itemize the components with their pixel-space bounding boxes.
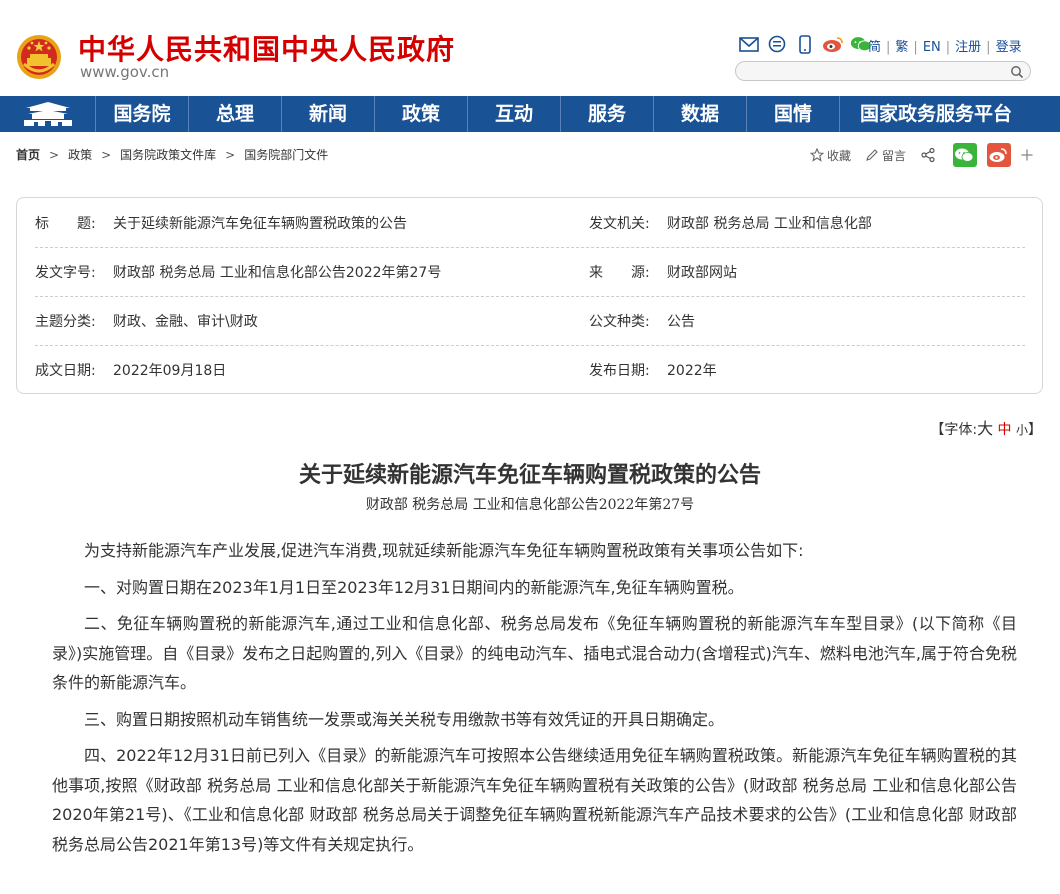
meta-row-4: 成文日期: 2022年09月18日 发布日期: 2022年 [35,345,1025,394]
more-share-button[interactable] [1021,149,1036,161]
article-body: 为支持新能源汽车产业发展,促进汽车消费,现就延续新能源汽车免征车辆购置税政策有关… [52,536,1017,866]
plus-icon [1021,149,1033,161]
font-size-small[interactable]: 小 [1016,423,1028,437]
article-paragraph: 一、对购置日期在2023年1月1日至2023年12月31日期间内的新能源汽车,免… [84,577,744,597]
weibo-icon[interactable] [822,34,844,54]
site-title[interactable]: 中华人民共和国中央人民政府 [78,28,455,68]
article-paragraph: 四、2022年12月31日前已列入《目录》的新能源汽车可按照本公告继续适用免征车… [52,746,1017,854]
article-doc-number: 财政部 税务总局 工业和信息化部公告2022年第27号 [365,497,695,513]
topic-label: 主题分类: [35,314,96,330]
breadcrumb-department-docs[interactable]: 国务院部门文件 [244,148,328,162]
message-icon[interactable] [766,34,788,54]
site-url[interactable]: www.gov.cn [80,63,169,81]
article-paragraph: 为支持新能源汽车产业发展,促进汽车消费,现就延续新能源汽车免征车辆购置税政策有关… [84,541,804,560]
favorite-button[interactable]: 收藏 [810,147,851,164]
font-size-medium[interactable]: 中 [998,422,1012,438]
title-label: 标 题: [35,216,96,232]
login-link[interactable]: 登录 [996,36,1022,55]
share-icon [921,147,935,163]
weibo-icon [989,148,1007,162]
star-icon [810,148,824,162]
nav-item-data[interactable]: 数据 [654,96,747,132]
tiananmen-gate-icon[interactable] [0,96,96,132]
traditional-link[interactable]: 繁 [895,36,908,55]
site-header: 中华人民共和国中央人民政府 www.gov.cn 简 | 繁 | EN | 注册 | 登录 [0,0,1060,96]
nav-item-services[interactable]: 服务 [561,96,654,132]
font-size-large[interactable]: 大 [977,419,993,438]
wechat-icon [954,148,973,162]
font-size-prefix: 【字体: [930,422,978,438]
publish-date-value: 2022年 [667,363,717,379]
mobile-icon[interactable] [794,34,816,54]
register-link[interactable]: 注册 [955,36,981,55]
article-title: 关于延续新能源汽车免征车辆购置税政策的公告 [298,462,761,488]
article-paragraph: 三、购置日期按照机动车销售统一发票或海关关税专用缴款书等有效凭证的开具日期确定。 [84,709,725,729]
share-wechat-button[interactable] [953,143,978,167]
font-size-control: 【字体:大 中 小】 [930,415,1042,439]
breadcrumb-policy[interactable]: 政策 [68,148,92,162]
meta-row-3: 主题分类: 财政、金融、审计\财政 公文种类: 公告 [35,296,1025,346]
breadcrumb-home[interactable]: 首页 [16,148,40,162]
doc-type-label: 公文种类: [589,314,650,330]
issuer-value: 财政部 税务总局 工业和信息化部 [667,216,872,232]
search-box [735,61,1031,83]
meta-row-2: 发文字号: 财政部 税务总局 工业和信息化部公告2022年第27号 来 源: 财… [35,247,1025,297]
article-tools: 收藏 留言 [810,143,1050,167]
article-paragraph: 二、免征车辆购置税的新能源汽车,通过工业和信息化部、税务总局发布《免征车辆购置税… [52,614,1017,692]
english-link[interactable]: EN [923,40,941,55]
national-emblem-icon[interactable] [16,34,62,80]
nav-item-news[interactable]: 新闻 [282,96,375,132]
written-date-value: 2022年09月18日 [113,363,227,379]
nav-item-state-council[interactable]: 国务院 [96,96,189,132]
share-button[interactable] [920,147,939,163]
source-label: 来 源: [589,265,650,281]
search-input[interactable] [746,63,1010,83]
nav-item-policy[interactable]: 政策 [375,96,468,132]
top-icon-bar [738,33,872,55]
search-icon[interactable] [1010,64,1024,79]
nav-item-interaction[interactable]: 互动 [468,96,561,132]
title-value: 关于延续新能源汽车免征车辆购置税政策的公告 [113,216,407,232]
document-metadata-table: 标 题: 关于延续新能源汽车免征车辆购置税政策的公告 发文机关: 财政部 税务总… [16,197,1043,394]
nav-item-premier[interactable]: 总理 [189,96,282,132]
comment-button[interactable]: 留言 [865,147,906,164]
pencil-icon [866,149,878,161]
doc-type-value: 公告 [667,314,695,330]
meta-row-1: 标 题: 关于延续新能源汽车免征车辆购置税政策的公告 发文机关: 财政部 税务总… [35,198,1025,248]
breadcrumb-policy-library[interactable]: 国务院政策文件库 [120,148,216,162]
written-date-label: 成文日期: [35,363,96,379]
top-links: 简 | 繁 | EN | 注册 | 登录 [868,36,1022,55]
simplified-link[interactable]: 简 [868,36,881,55]
favorite-label: 收藏 [827,148,852,163]
font-size-suffix: 】 [1028,422,1042,438]
doc-number-label: 发文字号: [35,265,96,281]
nav-item-service-platform[interactable]: 国家政务服务平台 [840,96,1032,132]
doc-number-value: 财政部 税务总局 工业和信息化部公告2022年第27号 [113,265,442,281]
main-nav: 国务院 总理 新闻 政策 互动 服务 数据 国情 国家政务服务平台 [0,96,1060,132]
nav-item-national-info[interactable]: 国情 [747,96,840,132]
share-weibo-button[interactable] [987,143,1012,167]
topic-value: 财政、金融、审计\财政 [113,314,258,330]
comment-label: 留言 [882,148,907,163]
issuer-label: 发文机关: [589,216,650,232]
mail-icon[interactable] [738,34,760,54]
publish-date-label: 发布日期: [589,363,650,379]
breadcrumb: 首页 > 政策 > 国务院政策文件库 > 国务院部门文件 [16,148,329,162]
source-value: 财政部网站 [667,265,737,281]
